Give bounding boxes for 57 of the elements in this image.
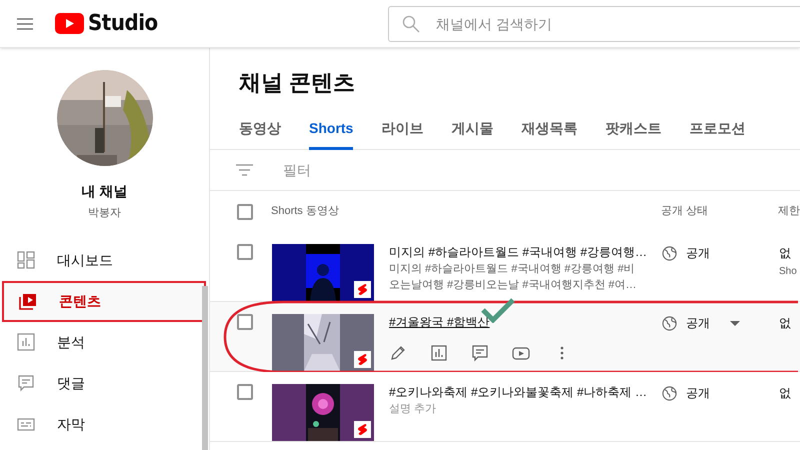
search-icon	[402, 15, 420, 33]
visibility-status: 공개	[686, 245, 710, 262]
table-row[interactable]: #오키나와축제 #오키나와불꽃축제 #나하축제 … 설명 추가 공개 없	[210, 372, 800, 442]
column-header: 제한	[778, 204, 800, 220]
shorts-icon	[354, 421, 371, 438]
play-logo-icon	[55, 13, 84, 34]
video-title: 미지의 #하슬라아트월드 #국내여행 #강릉여행…	[389, 244, 644, 260]
shorts-icon	[354, 281, 371, 298]
menu-icon[interactable]	[17, 18, 33, 30]
tab[interactable]: 재생목록	[521, 110, 578, 150]
tab[interactable]: 팟캐스트	[605, 110, 662, 150]
filter-field[interactable]: 필터	[283, 160, 483, 180]
sidebar-item[interactable]: 분석	[0, 322, 204, 362]
tab[interactable]: Shorts	[309, 110, 354, 150]
row-checkbox[interactable]	[237, 244, 253, 260]
video-title: #오키나와축제 #오키나와불꽃축제 #나하축제 …	[389, 384, 644, 400]
sidebar-item[interactable]: 대시보드	[0, 240, 204, 280]
restriction-note: Sho	[779, 265, 797, 279]
analytics-icon	[17, 333, 35, 351]
video-title-link[interactable]: #겨울왕국 #함백산	[389, 314, 644, 330]
dropdown-arrow-icon[interactable]	[730, 320, 740, 326]
visibility-status: 공개	[686, 315, 710, 332]
column-header: Shorts 동영상	[271, 204, 340, 220]
sidebar-item[interactable]: 콘텐츠	[2, 280, 206, 322]
video-description: 설명 추가	[389, 402, 438, 417]
page-title: 채널 콘텐츠	[239, 69, 356, 97]
globe-icon	[662, 386, 677, 400]
dashboard-icon	[17, 251, 35, 269]
comments-icon[interactable]	[471, 344, 489, 362]
select-all-checkbox[interactable]	[237, 204, 253, 220]
tab[interactable]: 라이브	[381, 110, 424, 150]
search-field[interactable]: 채널에서 검색하기	[388, 6, 800, 42]
video-description: 미지의 #하슬라아트월드 #국내여행 #강릉여행 #비오는날여행 #강릉비오는날 #국내여행지추천 #여…	[389, 262, 638, 293]
sidebar-item[interactable]: 댓글	[0, 362, 204, 404]
shorts-icon	[354, 351, 371, 368]
visibility-status: 공개	[686, 385, 710, 402]
channel-owner: 박봉자	[88, 206, 121, 221]
restriction-status: 없	[779, 385, 791, 402]
tab[interactable]: 동영상	[239, 110, 281, 150]
tab[interactable]: 게시물	[451, 110, 494, 150]
comments-icon	[17, 374, 35, 392]
channel-name: 내 채널	[82, 182, 128, 201]
row-checkbox[interactable]	[237, 314, 253, 330]
filter-icon[interactable]	[236, 164, 253, 176]
restriction-status: 없	[779, 245, 792, 262]
row-checkbox[interactable]	[237, 384, 253, 400]
scrollbar[interactable]	[202, 286, 208, 450]
restriction-status: 없	[779, 315, 791, 332]
analytics-icon[interactable]	[430, 344, 448, 362]
logo-text: Studio	[88, 10, 158, 38]
sidebar-item[interactable]: 자막	[0, 404, 204, 444]
tab[interactable]: 프로모션	[689, 110, 746, 150]
globe-icon	[662, 246, 677, 260]
edit-icon[interactable]	[389, 344, 407, 362]
globe-icon	[662, 316, 677, 330]
content-icon	[19, 292, 37, 310]
column-header: 공개 상태	[661, 204, 710, 220]
